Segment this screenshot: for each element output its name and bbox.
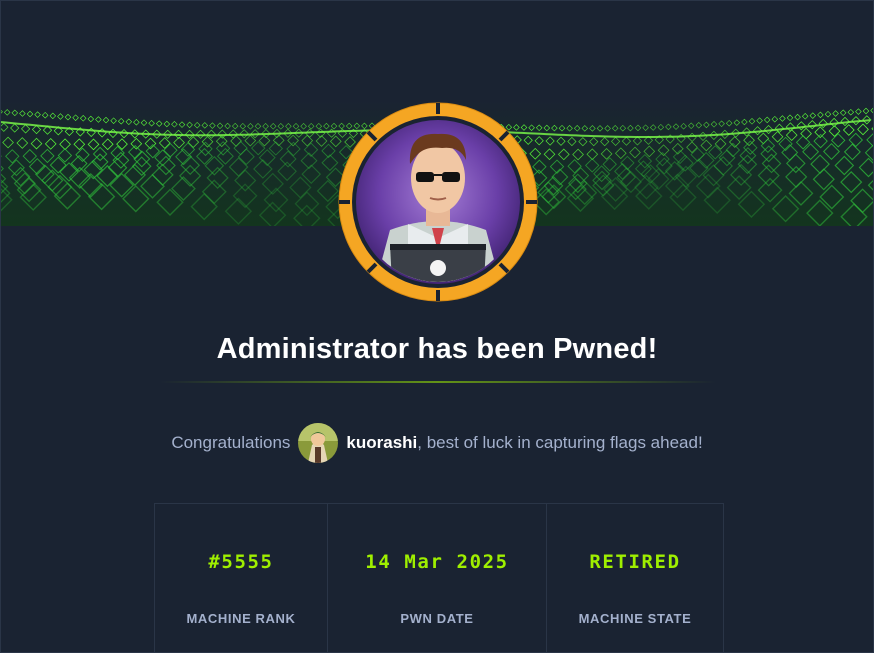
stat-pwn-date: 14 Mar 2025 PWN DATE — [328, 504, 547, 653]
pwn-date-value: 14 Mar 2025 — [365, 551, 509, 573]
stat-machine-state: RETIRED MACHINE STATE — [547, 504, 723, 653]
pwn-date-label: PWN DATE — [400, 611, 474, 626]
stat-machine-rank: #5555 MACHINE RANK — [155, 504, 328, 653]
congrats-message: Congratulations kuorashi , best of luck … — [0, 423, 874, 463]
machine-rank-label: MACHINE RANK — [186, 611, 296, 626]
hacker-avatar-icon — [338, 102, 538, 302]
stats-panel: #5555 MACHINE RANK 14 Mar 2025 PWN DATE … — [154, 503, 724, 653]
page-title: Administrator has been Pwned! — [216, 333, 658, 365]
machine-state-label: MACHINE STATE — [578, 611, 692, 626]
pwned-page: Administrator has been Pwned! Congratula… — [0, 0, 874, 653]
user-avatar-icon[interactable] — [298, 423, 339, 463]
machine-rank-value: #5555 — [208, 551, 274, 573]
congrats-prefix: Congratulations — [171, 433, 291, 452]
user-avatar-image — [298, 423, 339, 463]
congrats-suffix: , best of luck in capturing flags ahead! — [417, 433, 703, 452]
title-divider — [160, 381, 716, 383]
username-link[interactable]: kuorashi — [346, 433, 417, 453]
machine-state-value: RETIRED — [589, 551, 681, 573]
machine-avatar — [338, 102, 538, 302]
